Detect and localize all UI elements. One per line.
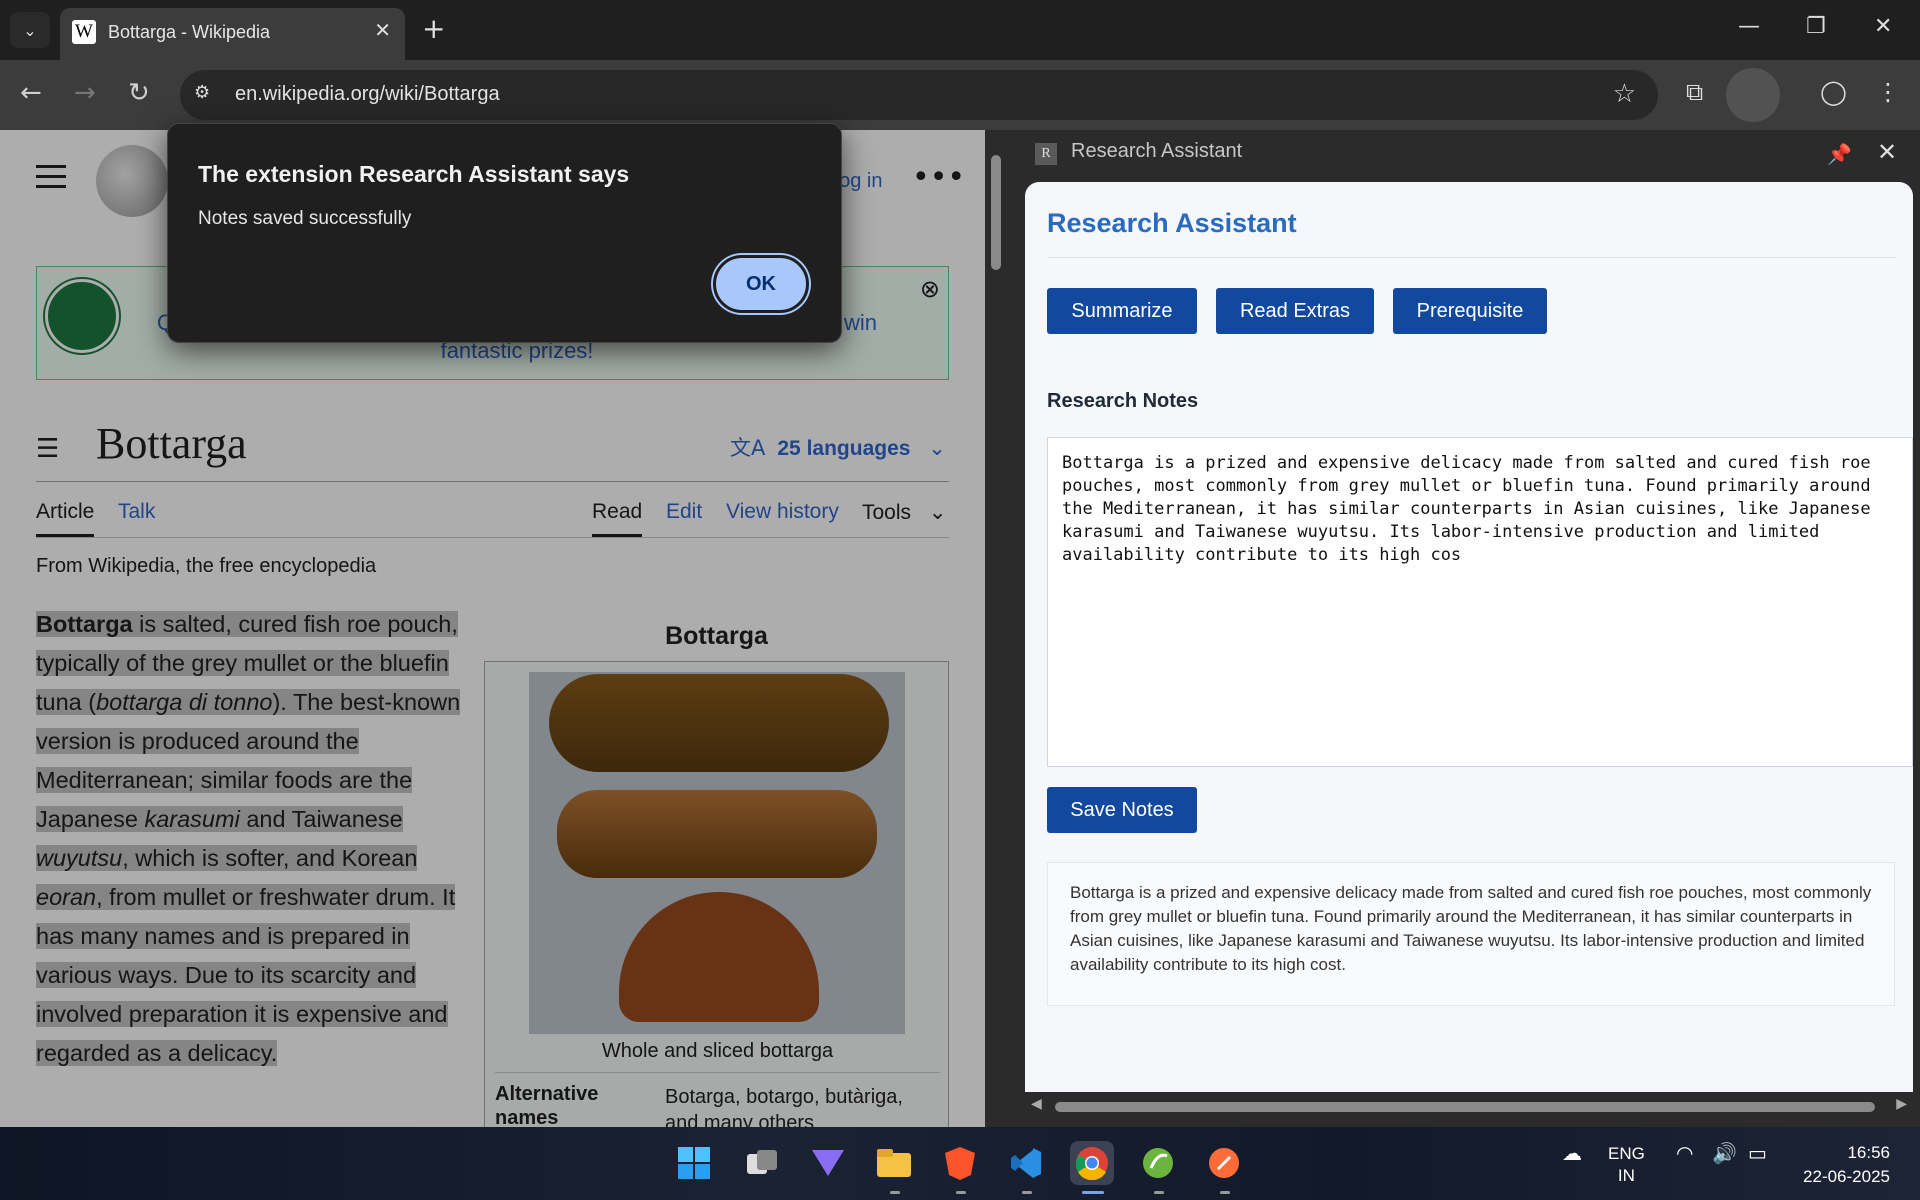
wifi-icon[interactable]: ◠	[1676, 1141, 1693, 1165]
file-explorer-icon[interactable]	[872, 1141, 916, 1185]
horizontal-scrollbar[interactable]: ◀ ▶	[1025, 1092, 1913, 1120]
dialog-message: Notes saved successfully	[198, 208, 412, 229]
bookmark-star-icon[interactable]: ☆	[1613, 79, 1636, 109]
side-panel: R Research Assistant 📌 ✕ Research Assista…	[1007, 130, 1920, 1127]
extension-icon: R	[1035, 143, 1057, 165]
title-divider	[1047, 257, 1897, 258]
url-text[interactable]: en.wikipedia.org/wiki/Bottarga	[235, 83, 500, 106]
vpn-app-icon[interactable]	[806, 1141, 850, 1185]
menu-icon[interactable]: ⋮	[1876, 78, 1900, 106]
site-info-icon[interactable]: ⚙	[194, 82, 220, 108]
chevron-down-icon: ⌄	[23, 20, 37, 40]
notes-label: Research Notes	[1047, 390, 1199, 412]
profile-icon[interactable]: ◯	[1820, 78, 1847, 106]
tab-search-button[interactable]: ⌄	[10, 12, 50, 48]
window-close-button[interactable]: ✕	[1874, 14, 1892, 39]
tab-close-icon[interactable]: ✕	[374, 18, 391, 42]
brave-browser-icon[interactable]	[938, 1141, 982, 1185]
language-indicator[interactable]: ENG IN	[1608, 1143, 1645, 1187]
pin-icon[interactable]: 📌	[1827, 142, 1852, 166]
tab-strip: ⌄ W Bottarga - Wikipedia ✕ + — ❐ ✕	[0, 0, 1920, 60]
summary-output: Bottarga is a prized and expensive delic…	[1047, 862, 1895, 1006]
reload-button[interactable]: ↻	[128, 78, 150, 108]
start-icon[interactable]	[672, 1141, 716, 1185]
dialog-title: The extension Research Assistant says	[198, 161, 630, 187]
volume-icon[interactable]: 🔊	[1712, 1141, 1737, 1165]
read-extras-button[interactable]: Read Extras	[1216, 288, 1374, 334]
wikipedia-favicon-icon: W	[72, 20, 96, 44]
alert-dialog: The extension Research Assistant says No…	[167, 123, 842, 343]
chrome-icon[interactable]	[1070, 1141, 1114, 1185]
tab-title: Bottarga - Wikipedia	[108, 22, 271, 42]
browser-toolbar: ← → ↻ ⚙ en.wikipedia.org/wiki/Bottarga ☆…	[0, 60, 1920, 130]
side-panel-close-icon[interactable]: ✕	[1877, 138, 1897, 166]
summarize-button[interactable]: Summarize	[1047, 288, 1197, 334]
back-button[interactable]: ←	[20, 78, 42, 108]
page-scrollbar[interactable]	[985, 130, 1007, 1127]
side-panel-header: R Research Assistant	[1035, 140, 1242, 165]
restore-button[interactable]: ❐	[1806, 14, 1826, 39]
spring-tools-icon[interactable]	[1136, 1141, 1180, 1185]
address-bar[interactable]: ⚙ en.wikipedia.org/wiki/Bottarga ☆	[180, 70, 1658, 120]
extensions-icon[interactable]: ⧉	[1686, 78, 1703, 106]
save-notes-button[interactable]: Save Notes	[1047, 787, 1197, 833]
minimize-button[interactable]: —	[1738, 14, 1760, 39]
side-panel-toggle-button[interactable]	[1726, 68, 1780, 122]
postman-icon[interactable]	[1202, 1141, 1246, 1185]
new-tab-button[interactable]: +	[422, 12, 445, 45]
assistant-title: Research Assistant	[1047, 208, 1297, 238]
vscode-icon[interactable]	[1004, 1141, 1048, 1185]
battery-icon[interactable]: ▭	[1748, 1141, 1767, 1165]
prerequisite-button[interactable]: Prerequisite	[1393, 288, 1547, 334]
taskbar: ☁ ENG IN ◠ 🔊 ▭ 16:56 22-06-2025	[0, 1127, 1920, 1200]
notes-textarea[interactable]: Bottarga is a prized and expensive delic…	[1047, 437, 1913, 767]
clock[interactable]: 16:56 22-06-2025	[1790, 1141, 1890, 1189]
task-view-icon[interactable]	[740, 1141, 784, 1185]
onedrive-icon[interactable]: ☁	[1562, 1141, 1582, 1165]
tab-bottarga[interactable]: W Bottarga - Wikipedia ✕	[60, 8, 405, 60]
forward-button[interactable]: →	[74, 78, 96, 108]
ok-button[interactable]: OK	[713, 255, 809, 313]
research-assistant-card: Research Assistant Summarize Read Extras…	[1025, 182, 1913, 1092]
